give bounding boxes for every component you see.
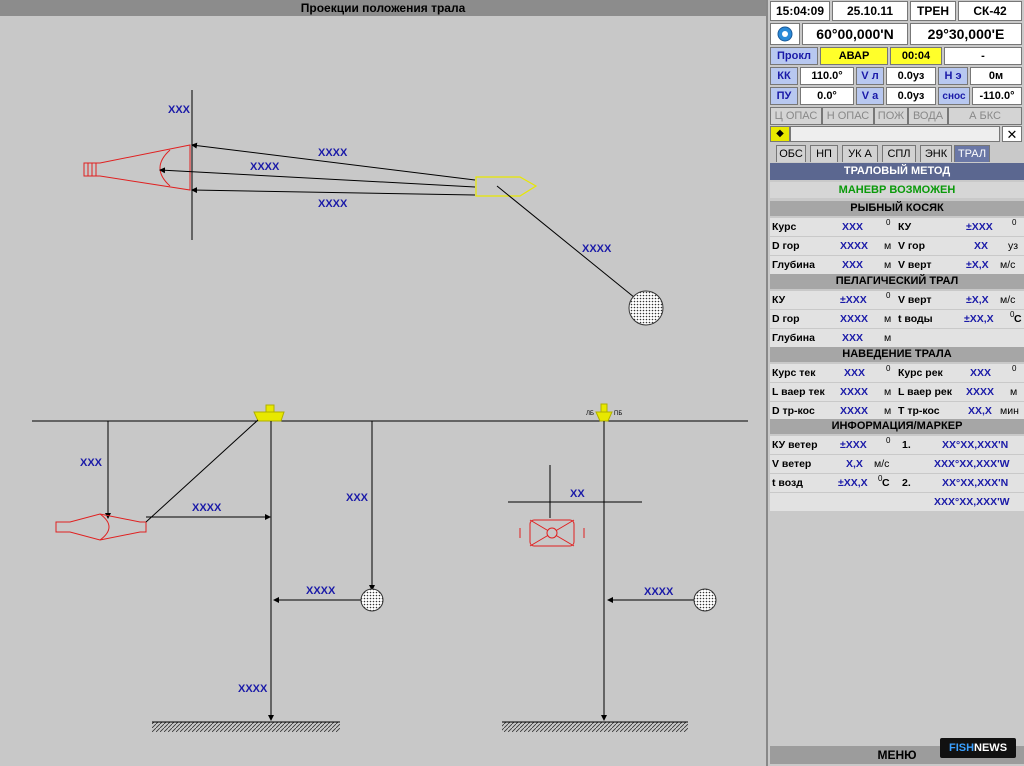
- target-icon: [777, 26, 793, 42]
- info-row-2: V ветер X,X м/с XXX°XX,XXX'W: [770, 455, 1024, 473]
- close-message-button[interactable]: ✕: [1002, 126, 1022, 142]
- fishnews-logo: FISHNEWS: [940, 738, 1016, 758]
- speed-abs-label: V а: [856, 87, 884, 105]
- drift-value: -110.0°: [972, 87, 1022, 105]
- speed-log-value: 0.0уз: [886, 67, 936, 85]
- tab-enk[interactable]: ЭНК: [920, 145, 952, 162]
- alarm-bks[interactable]: А БКС: [948, 107, 1022, 125]
- tab-uk-a[interactable]: УК А: [842, 145, 878, 162]
- warp-line-bottom: [191, 187, 476, 196]
- alarm-collision[interactable]: Ц ОПАС: [770, 107, 822, 125]
- latitude-display: 60°00,000'N: [802, 23, 908, 45]
- top-label-xxxx-4: XXXX: [582, 243, 612, 255]
- status-dash: -: [944, 47, 1022, 65]
- fish-row-3: Глубина XXX м V верт ±X,X м/с: [770, 256, 1024, 274]
- fish-school-front-icon: [693, 588, 717, 612]
- method-header: ТРАЛОВЫЙ МЕТОД: [770, 163, 1024, 180]
- side-label-xxxx-2: XXXX: [306, 585, 336, 597]
- track-angle-label: ПУ: [770, 87, 798, 105]
- fish-bearing-line: [496, 185, 641, 303]
- guide-row-3: D тр-кос XXXX м Т тр-кос XX,X мин: [770, 402, 1024, 420]
- trawl-side-icon: [55, 513, 147, 541]
- fish-row-2: D гор XXXX м V гор XX уз: [770, 237, 1024, 255]
- fish-school-top-icon: [628, 290, 664, 326]
- message-field: [790, 126, 1000, 142]
- top-label-xxx: XXX: [168, 104, 191, 116]
- top-label-xxxx-1: XXXX: [318, 147, 348, 159]
- pelagic-header: ПЕЛАГИЧЕСКИЙ ТРАЛ: [770, 274, 1024, 289]
- close-icon: ✕: [1006, 127, 1018, 142]
- guide-row-1: Курс тек XXX 0 Курс рек XXX 0: [770, 364, 1024, 382]
- tab-spl[interactable]: СПЛ: [882, 145, 916, 162]
- drift-label: снос: [938, 87, 970, 105]
- heading-value: 110.0°: [800, 67, 854, 85]
- warp-line-mid: [159, 167, 476, 188]
- trawl-front-icon: [519, 519, 585, 547]
- control-panel: 15:04:09 25.10.11 ТРЕН СК-42 60°00,000'N…: [766, 0, 1024, 766]
- tab-tral[interactable]: ТРАЛ: [954, 145, 990, 162]
- bell-icon: ◆: [776, 128, 784, 139]
- speed-log-label: V л: [856, 67, 884, 85]
- tab-bar: ОБС НП УК А СПЛ ЭНК ТРАЛ: [770, 145, 1024, 163]
- port-side-label: ЛБ: [586, 411, 594, 417]
- alarm-indicator[interactable]: АВАР: [820, 47, 888, 65]
- alarm-fire[interactable]: ПОЖ: [874, 107, 908, 125]
- seabed-front: [502, 722, 688, 732]
- speed-abs-value: 0.0уз: [886, 87, 936, 105]
- echo-depth-label: Н э: [938, 67, 968, 85]
- tab-obs[interactable]: ОБС: [776, 145, 806, 162]
- date-display: 25.10.11: [832, 1, 908, 21]
- starboard-side-label: ПБ: [614, 411, 622, 417]
- alarm-nav-danger[interactable]: Н ОПАС: [822, 107, 874, 125]
- vessel-front-icon: [595, 403, 613, 422]
- front-label-xxxx: XXXX: [644, 586, 674, 598]
- info-header: ИНФОРМАЦИЯ/МАРКЕР: [770, 419, 1024, 434]
- echo-depth-value: 0м: [970, 67, 1022, 85]
- side-label-xxx-1: XXX: [80, 457, 103, 469]
- view-title: Проекции положения трала: [0, 0, 766, 16]
- mode-indicator[interactable]: ТРЕН: [910, 1, 956, 21]
- info-row-3: t возд ±XX,X 0 C 2. XX°XX,XXX'N: [770, 474, 1024, 492]
- fish-school-header: РЫБНЫЙ КОСЯК: [770, 201, 1024, 216]
- alarm-water[interactable]: ВОДА: [908, 107, 948, 125]
- longitude-display: 29°30,000'E: [910, 23, 1022, 45]
- maneuver-status: МАНЕВР ВОЗМОЖЕН: [770, 182, 1024, 198]
- time-display: 15:04:09: [770, 1, 830, 21]
- info-row-4: XXX°XX,XXX'W: [770, 493, 1024, 511]
- front-view: ЛБ ПБ XX XXXX: [502, 403, 717, 732]
- heading-label: КК: [770, 67, 798, 85]
- tab-np[interactable]: НП: [810, 145, 838, 162]
- side-label-xxx-2: XXX: [346, 492, 369, 504]
- coordinate-system[interactable]: СК-42: [958, 1, 1022, 21]
- fish-school-side-icon: [360, 588, 384, 612]
- trawl-top-icon: [83, 144, 191, 191]
- trawl-projection-scene: XXX XXXX XXXX XXXX XXXX XXX XXXX XXX XXX…: [32, 90, 748, 732]
- front-label-xx: XX: [570, 488, 585, 500]
- gps-status[interactable]: [770, 23, 800, 45]
- route-button[interactable]: Прокл: [770, 47, 818, 65]
- side-label-xxxx-3: XXXX: [238, 683, 268, 695]
- info-row-1: КУ ветер ±XXX 0 1. XX°XX,XXX'N: [770, 436, 1024, 454]
- side-label-xxxx-1: XXXX: [192, 502, 222, 514]
- seabed-side: [152, 722, 340, 732]
- pel-row-3: Глубина XXX м: [770, 329, 1024, 347]
- pel-row-2: D гор XXXX м t воды ±XX,X 0 C: [770, 310, 1024, 328]
- top-label-xxxx-3: XXXX: [318, 198, 348, 210]
- guidance-header: НАВЕДЕНИЕ ТРАЛА: [770, 347, 1024, 362]
- side-view: XXX XXXX XXX XXXX XXXX: [32, 404, 748, 732]
- message-icon-button[interactable]: ◆: [770, 126, 790, 142]
- top-view: XXX XXXX XXXX XXXX XXXX: [83, 90, 664, 326]
- top-label-xxxx-2: XXXX: [250, 161, 280, 173]
- track-angle-value: 0.0°: [800, 87, 854, 105]
- vessel-side-icon: [253, 404, 285, 422]
- fish-row-1: Курс XXX 0 КУ ±XXX 0: [770, 218, 1024, 236]
- guide-row-2: L ваер тек XXXX м L ваер рек XXXX м: [770, 383, 1024, 401]
- alarm-timer: 00:04: [890, 47, 942, 65]
- pel-row-1: КУ ±XXX 0 V верт ±X,X м/с: [770, 291, 1024, 309]
- projection-view: Проекции положения трала XXX XXXX XXXX X…: [0, 0, 766, 766]
